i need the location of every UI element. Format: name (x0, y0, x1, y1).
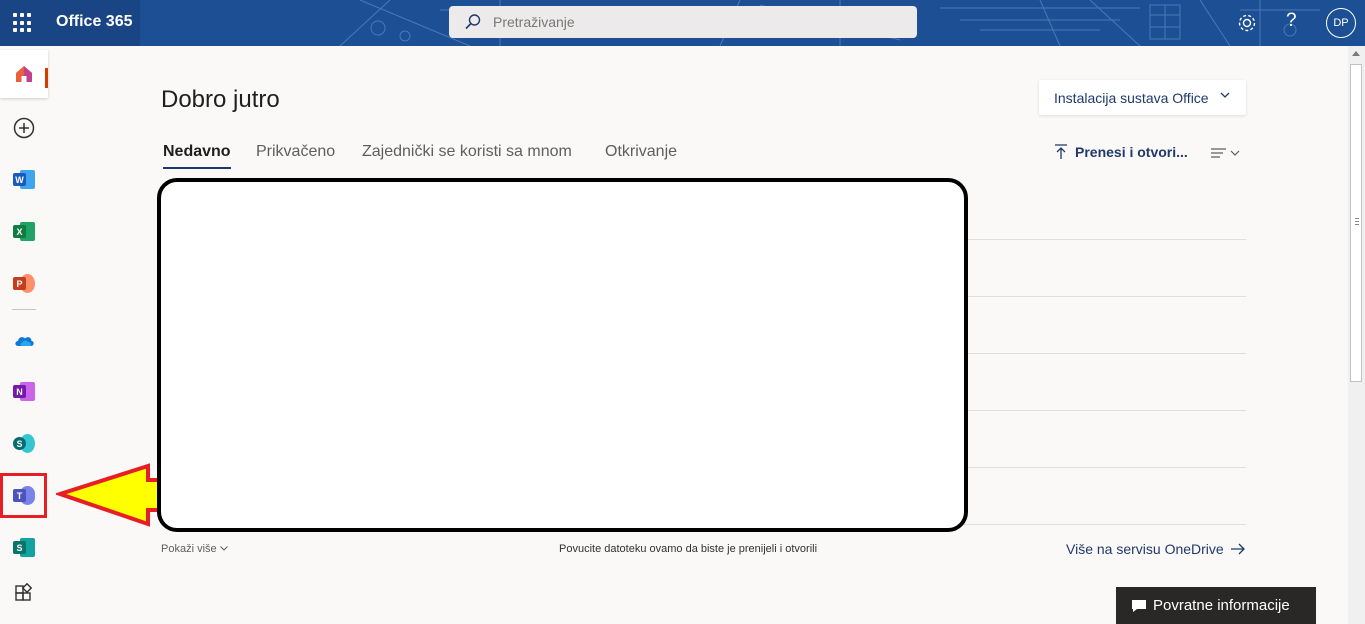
tab-pinned[interactable]: Prikvačeno (256, 143, 335, 169)
feedback-chat-icon (1132, 599, 1146, 612)
tab-recent[interactable]: Nedavno (163, 143, 231, 169)
home-icon (16, 66, 32, 82)
sway-icon: S (13, 537, 35, 559)
show-more-button[interactable]: Pokaži više (161, 543, 228, 555)
onedrive-link-label: Više na servisu OneDrive (1066, 541, 1224, 557)
rail-item-onenote[interactable]: N (0, 368, 48, 416)
tab-recent-label: Nedavno (163, 143, 231, 160)
upload-label: Prenesi i otvori... (1075, 144, 1188, 160)
tab-shared-with-me[interactable]: Zajednički se koristi sa mnom (362, 143, 572, 169)
scrollbar-thumb[interactable] (1350, 64, 1362, 382)
rail-divider (12, 309, 36, 310)
search-box[interactable] (449, 6, 917, 38)
chevron-down-icon (1220, 92, 1230, 98)
page-title: Dobro jutro (161, 86, 280, 113)
powerpoint-icon: P (13, 273, 35, 295)
excel-icon: X (13, 221, 35, 243)
word-icon: W (13, 169, 35, 191)
active-indicator (45, 68, 48, 88)
tab-pinned-label: Prikvačeno (256, 143, 336, 160)
all-apps-icon (15, 583, 33, 601)
help-button[interactable]: ? (1286, 10, 1297, 32)
rail-item-word[interactable]: W (0, 156, 48, 204)
settings-gear-icon[interactable] (1236, 12, 1258, 34)
drop-upload-hint: Povucite datoteku ovamo da biste je pren… (559, 543, 818, 555)
user-avatar[interactable]: DP (1326, 8, 1356, 38)
arrow-right-icon (1230, 543, 1245, 555)
active-tab-underline (163, 167, 231, 169)
show-more-label: Pokaži više (161, 543, 217, 555)
tab-discover-label: Otkrivanje (605, 143, 678, 160)
rail-item-sway[interactable]: S (0, 524, 48, 572)
rail-item-onedrive[interactable] (0, 316, 48, 364)
app-title[interactable]: Office 365 (56, 13, 132, 31)
upload-icon (1055, 144, 1067, 159)
rail-item-create[interactable] (0, 104, 48, 152)
add-circle-icon (13, 117, 35, 139)
onedrive-cloud-icon (15, 337, 34, 346)
chevron-down-icon (219, 546, 228, 551)
install-office-button[interactable]: Instalacija sustava Office (1039, 80, 1246, 115)
rail-item-powerpoint[interactable]: P (0, 260, 48, 308)
top-header: Office 365 ? DP (0, 0, 1365, 46)
sharepoint-icon: S (13, 433, 35, 455)
sort-list-icon[interactable] (1210, 146, 1242, 160)
tab-discover[interactable]: Otkrivanje (605, 143, 677, 169)
scroll-up-arrow[interactable] (1352, 51, 1360, 56)
redacted-file-list (157, 178, 968, 532)
search-icon (465, 14, 481, 30)
app-rail: W X P N S T S (0, 46, 48, 624)
annotation-highlight-box (0, 473, 47, 518)
upload-and-open-button[interactable]: Prenesi i otvori... (1054, 144, 1188, 160)
app-launcher-icon[interactable] (13, 13, 33, 33)
feedback-button[interactable]: Povratne informacije (1116, 587, 1316, 624)
rail-item-excel[interactable]: X (0, 208, 48, 256)
rail-item-home[interactable] (0, 50, 48, 98)
feedback-label: Povratne informacije (1153, 597, 1290, 614)
onenote-icon: N (13, 381, 35, 403)
install-office-label: Instalacija sustava Office (1054, 89, 1209, 106)
tab-shared-label: Zajednički se koristi sa mnom (362, 143, 572, 160)
rail-item-all-apps[interactable] (0, 570, 48, 618)
vertical-scrollbar[interactable] (1348, 46, 1365, 624)
rail-item-sharepoint[interactable]: S (0, 420, 48, 468)
search-input[interactable] (493, 6, 893, 38)
more-in-onedrive-link[interactable]: Više na servisu OneDrive (1066, 541, 1246, 557)
